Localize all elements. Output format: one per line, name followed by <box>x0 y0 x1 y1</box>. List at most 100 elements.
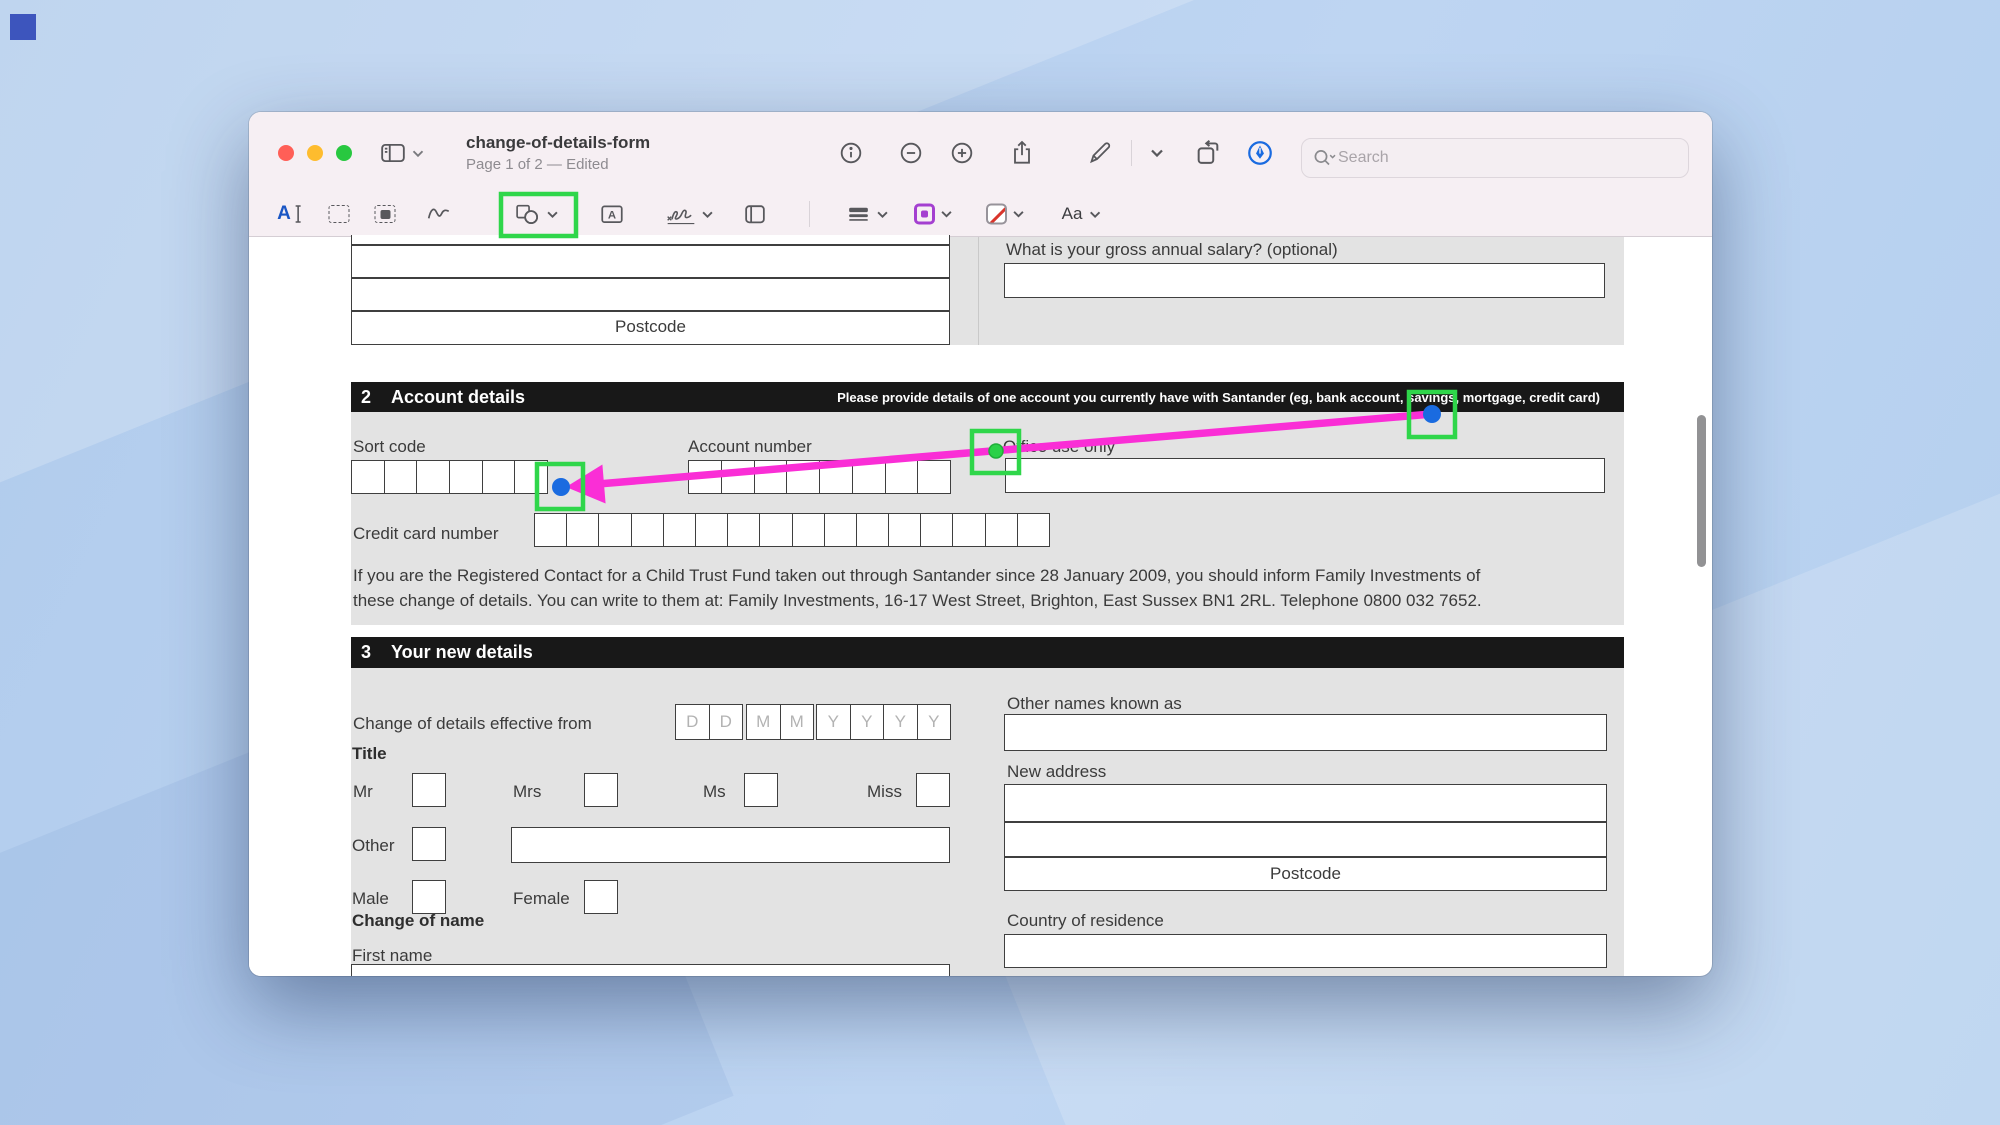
section2-note: Please provide details of one account yo… <box>837 390 1600 405</box>
female-checkbox[interactable] <box>584 880 618 914</box>
minimize-button[interactable] <box>307 145 323 161</box>
address-box[interactable]: Postcode <box>351 235 950 345</box>
chevron-down-icon <box>547 210 558 219</box>
rect-selection-tool[interactable] <box>329 205 350 223</box>
zoom-in-icon <box>949 140 975 166</box>
country-label: Country of residence <box>1007 911 1164 931</box>
new-address-box[interactable]: Postcode <box>1004 784 1607 891</box>
zoom-in-button[interactable] <box>949 140 975 166</box>
address-row-line <box>1005 856 1606 858</box>
zoom-out-button[interactable] <box>898 140 924 166</box>
text-style-button[interactable]: Aa <box>1062 204 1101 224</box>
search-field[interactable] <box>1301 138 1689 178</box>
office-use-box[interactable] <box>1005 458 1605 493</box>
shapes-tool[interactable] <box>514 202 558 226</box>
share-button[interactable] <box>1009 139 1035 167</box>
date-month-cells[interactable]: MM <box>746 704 814 740</box>
paragraph-line2: these change of details. You can write t… <box>353 588 1482 613</box>
new-address-label: New address <box>1007 762 1106 782</box>
paragraph-line1: If you are the Registered Contact for a … <box>353 563 1482 588</box>
female-label: Female <box>513 889 570 909</box>
rotate-icon <box>1194 139 1222 167</box>
rotate-button[interactable] <box>1194 139 1222 167</box>
sketch-tool[interactable] <box>426 203 452 225</box>
date-day-cells[interactable]: DD <box>675 704 743 740</box>
title-mr-label: Mr <box>353 782 373 802</box>
note-tool[interactable] <box>743 202 768 226</box>
office-use-label: Office use only <box>1003 437 1115 457</box>
other-title-input-box[interactable] <box>511 827 950 863</box>
chevron-down-icon <box>1151 148 1164 158</box>
pen-options-chevron[interactable] <box>1151 148 1164 158</box>
svg-text:A: A <box>608 210 616 222</box>
search-icon <box>1312 148 1336 168</box>
pencil-icon <box>1087 140 1114 167</box>
title-mr-checkbox[interactable] <box>412 773 446 807</box>
pdf-page: Postcode What is your gross annual salar… <box>249 237 1700 976</box>
section2-number: 2 <box>361 387 371 408</box>
salary-label: What is your gross annual salary? (optio… <box>1006 240 1338 260</box>
male-checkbox[interactable] <box>412 880 446 914</box>
wallpaper-corner-square <box>10 14 36 40</box>
male-label: Male <box>352 889 389 909</box>
country-input-box[interactable] <box>1004 934 1607 968</box>
text-selection-icon: A <box>277 203 291 225</box>
desktop: change-of-details-form Page 1 of 2 — Edi… <box>0 0 2000 1125</box>
highlight-pen-button[interactable] <box>1087 140 1114 167</box>
text-box-tool[interactable]: A <box>599 202 625 226</box>
section3-title: Your new details <box>391 642 533 663</box>
sign-tool[interactable] <box>665 202 713 226</box>
smart-selection-icon <box>375 205 396 223</box>
document-title: change-of-details-form <box>466 133 650 153</box>
title-miss-checkbox[interactable] <box>916 773 950 807</box>
title-ms-label: Ms <box>703 782 726 802</box>
markup-toolbar-toggle[interactable] <box>1246 139 1274 167</box>
border-color-button[interactable] <box>914 204 952 225</box>
chevron-down-icon <box>941 210 952 219</box>
other-label: Other <box>352 836 395 856</box>
salary-input-box[interactable] <box>1004 263 1605 298</box>
sort-code-cells[interactable] <box>351 460 548 494</box>
credit-card-cells[interactable] <box>534 513 1050 547</box>
first-name-label: First name <box>352 946 432 966</box>
title-ms-checkbox[interactable] <box>744 773 778 807</box>
fill-color-icon <box>986 204 1007 225</box>
info-icon <box>838 140 864 166</box>
signature-icon <box>665 202 697 226</box>
toolbar-divider <box>809 201 810 227</box>
text-selection-tool[interactable]: A <box>277 203 303 225</box>
address-row-line <box>352 277 949 279</box>
chevron-down-icon <box>1089 210 1100 219</box>
window-header: change-of-details-form Page 1 of 2 — Edi… <box>249 112 1712 237</box>
chevron-down-icon <box>702 210 713 219</box>
other-names-input-box[interactable] <box>1004 714 1607 751</box>
sidebar-toggle[interactable] <box>378 140 424 166</box>
zoom-button[interactable] <box>336 145 352 161</box>
column-divider <box>978 237 979 345</box>
shapes-icon <box>514 202 541 226</box>
share-icon <box>1009 139 1035 167</box>
other-checkbox[interactable] <box>412 827 446 861</box>
section2-title: Account details <box>391 387 525 408</box>
markup-icon <box>1246 139 1274 167</box>
sort-code-label: Sort code <box>353 437 426 457</box>
zoom-out-icon <box>898 140 924 166</box>
title-mrs-label: Mrs <box>513 782 541 802</box>
date-year-cells[interactable]: YY YY <box>816 704 951 740</box>
info-button[interactable] <box>838 140 864 166</box>
chevron-down-icon <box>412 149 424 158</box>
shape-style-button[interactable] <box>846 203 888 225</box>
close-button[interactable] <box>278 145 294 161</box>
vertical-scrollbar[interactable] <box>1697 415 1706 567</box>
stroke-style-icon <box>846 203 871 225</box>
chevron-down-icon <box>1013 210 1024 219</box>
fill-color-button[interactable] <box>986 204 1024 225</box>
effective-from-label: Change of details effective from <box>353 714 592 734</box>
other-names-label: Other names known as <box>1007 694 1182 714</box>
change-of-name-label: Change of name <box>352 911 484 931</box>
title-mrs-checkbox[interactable] <box>584 773 618 807</box>
account-number-cells[interactable] <box>688 460 951 494</box>
smart-selection-tool[interactable] <box>375 205 396 223</box>
search-input[interactable] <box>1336 148 1640 168</box>
first-name-input-box[interactable] <box>351 964 950 976</box>
